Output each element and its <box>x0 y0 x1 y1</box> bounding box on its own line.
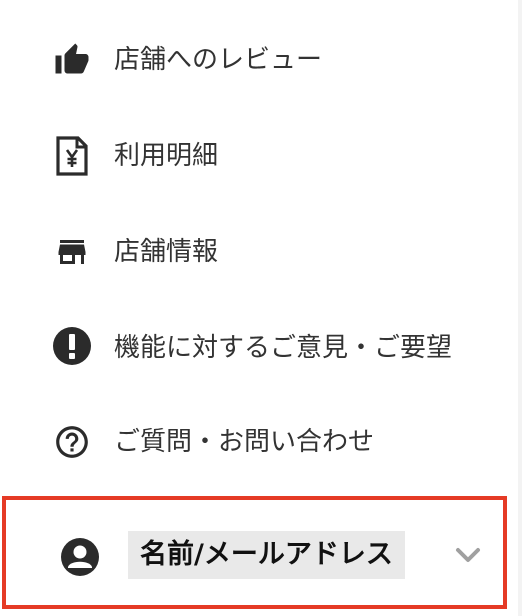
menu-item-label: 店舗情報 <box>114 237 219 267</box>
account-selector[interactable]: 名前/メールアドレス <box>2 496 507 609</box>
thumbs-up-icon <box>52 40 92 80</box>
menu-item-label: 店舗へのレビュー <box>114 45 323 75</box>
exclamation-circle-icon <box>52 326 92 366</box>
menu-item-store-info[interactable]: 店舗情報 <box>0 204 510 300</box>
account-menu: 店舗へのレビュー 利用明細 店舗情報 機能に対するご意見・ご要望 ご質問・お問い… <box>0 0 522 616</box>
menu-item-feature-feedback[interactable]: 機能に対するご意見・ご要望 <box>0 300 510 396</box>
menu-item-usage-statement[interactable]: 利用明細 <box>0 108 510 204</box>
menu-item-store-reviews[interactable]: 店舗へのレビュー <box>0 12 510 108</box>
menu-item-label: 利用明細 <box>114 141 219 171</box>
question-circle-icon <box>52 422 92 462</box>
menu-item-contact[interactable]: ご質問・お問い合わせ <box>0 396 510 492</box>
store-icon <box>52 232 92 272</box>
yen-receipt-icon <box>52 136 92 176</box>
account-circle-icon <box>60 537 100 577</box>
scroll-edge <box>518 0 522 616</box>
menu-item-label: 機能に対するご意見・ご要望 <box>114 333 453 363</box>
account-name-email: 名前/メールアドレス <box>128 531 405 579</box>
chevron-down-icon[interactable] <box>454 544 482 566</box>
menu-item-label: ご質問・お問い合わせ <box>114 427 375 457</box>
